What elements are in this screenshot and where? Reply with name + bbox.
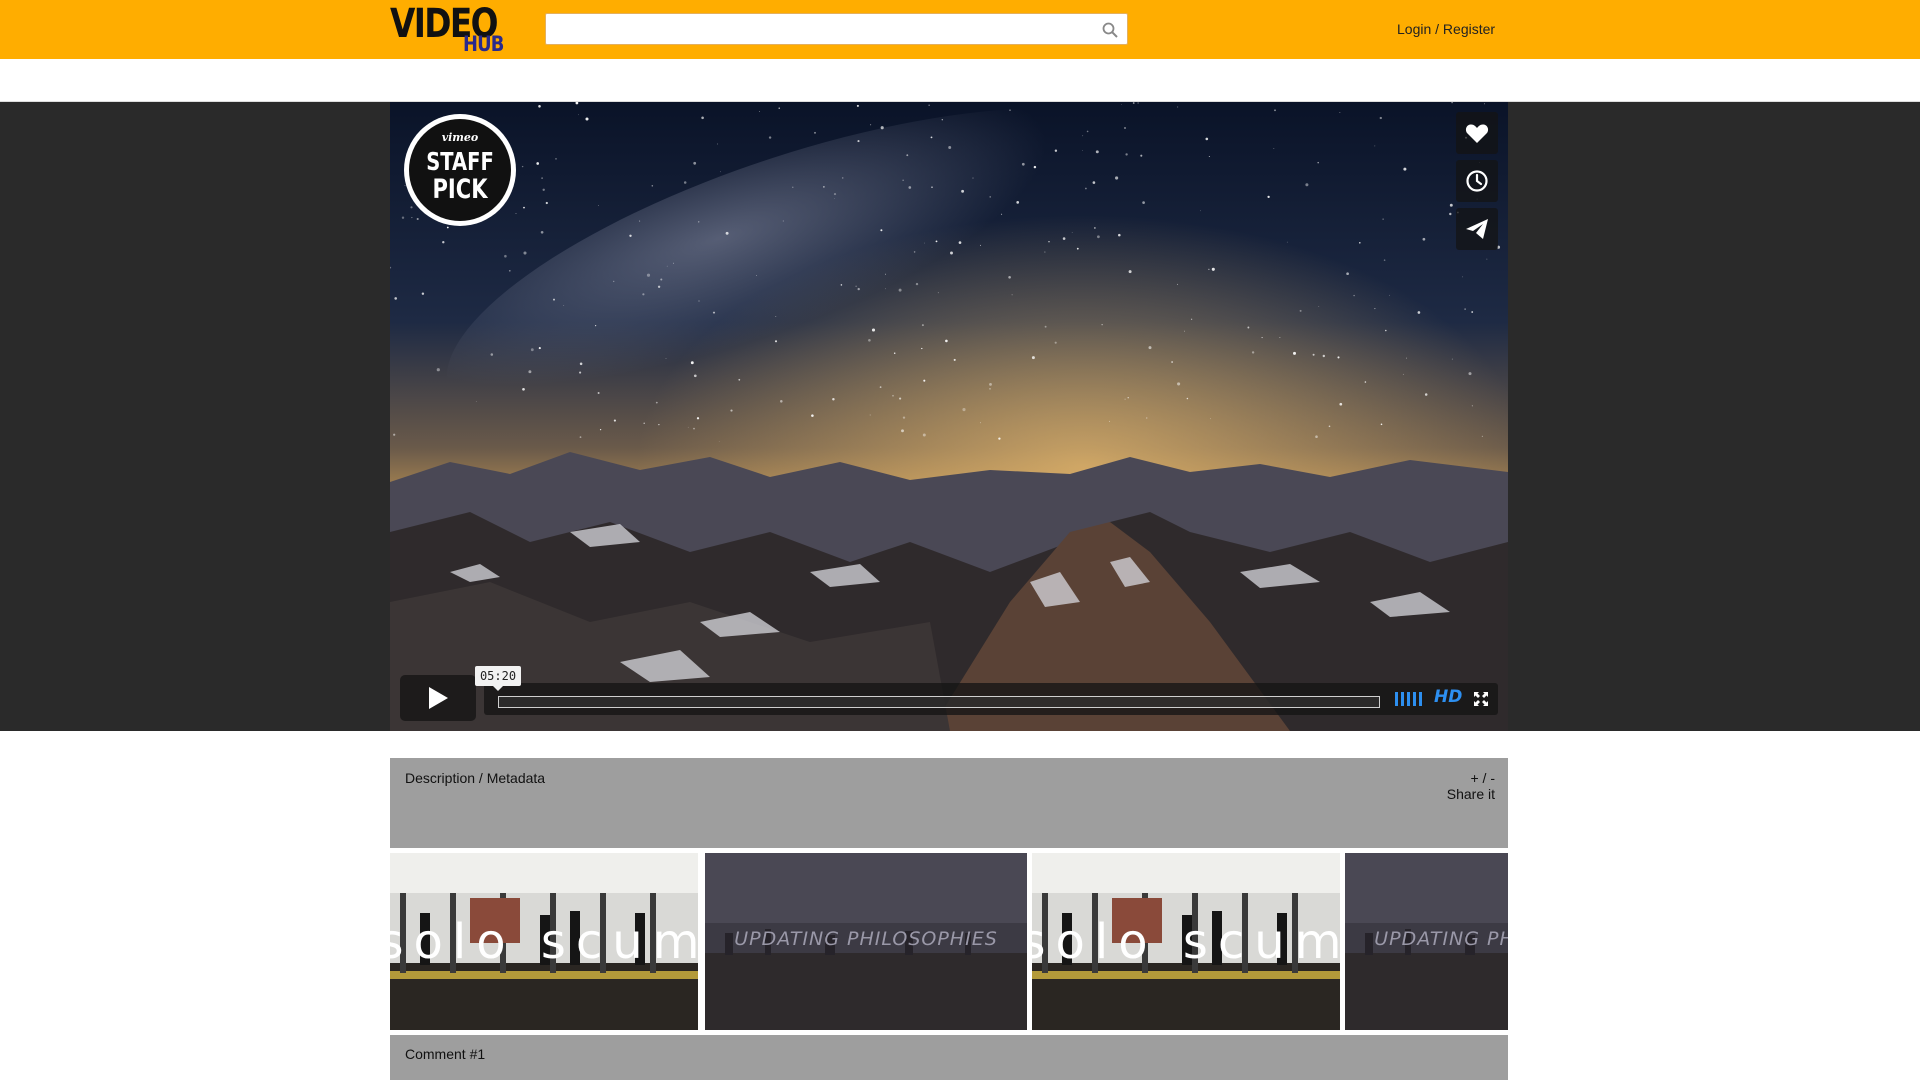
progress-bar[interactable] [498, 696, 1380, 708]
badge-vimeo-text: vimeo [442, 131, 479, 144]
sub-navigation-bar [0, 59, 1920, 102]
heart-icon [1465, 124, 1489, 143]
search-box [545, 13, 1128, 45]
badge-line1-text: STAFF [426, 148, 494, 177]
like-button[interactable] [1456, 112, 1498, 154]
share-it-link[interactable]: Share it [1447, 786, 1495, 802]
volume-icon[interactable] [1394, 690, 1424, 708]
search-input[interactable] [554, 18, 1084, 40]
badge-line2-text: PICK [432, 173, 488, 204]
top-header: VIDEO HUB Login / Register [0, 0, 1920, 59]
play-button[interactable] [400, 675, 476, 721]
thumbnail-image: solo scum [1032, 853, 1340, 1030]
thumbnail-title: UPDATING PHILOSOPHIES [1374, 928, 1508, 950]
description-title: Description / Metadata [405, 770, 546, 786]
share-button[interactable] [1456, 208, 1498, 250]
thumbnail-image: UPDATING PHILOSOPHIES [705, 853, 1027, 1030]
video-frame-night-sky [390, 102, 1508, 731]
related-videos-strip: solo scum UPDATING PHILOSOPHIES solo scu… [390, 853, 1508, 1030]
video-thumbnail[interactable]: UPDATING PHILOSOPHIES [705, 853, 1027, 1030]
description-panel: Description / Metadata + / - Share it [390, 758, 1508, 848]
thumbnail-image: UPDATING PHILOSOPHIES [1345, 853, 1508, 1030]
time-tooltip: 05:20 [475, 666, 521, 691]
player-controls: 05:20 HD [400, 666, 1498, 721]
video-stage: vimeo STAFF PICK 05:20 HD [0, 102, 1920, 731]
watch-later-button[interactable] [1456, 160, 1498, 202]
login-register-link[interactable]: Login / Register [1397, 21, 1495, 37]
fullscreen-icon[interactable] [1472, 690, 1490, 708]
search-icon[interactable] [1101, 21, 1119, 39]
logo-hub-text: HUB [463, 32, 504, 56]
video-thumbnail[interactable]: solo scum [390, 853, 698, 1030]
video-player[interactable]: vimeo STAFF PICK 05:20 HD [390, 102, 1508, 731]
clock-icon [1466, 170, 1488, 192]
thumbnail-title: solo scum [1032, 914, 1340, 970]
thumbnail-image: solo scum [390, 853, 698, 1030]
thumbnail-title: UPDATING PHILOSOPHIES [734, 928, 998, 950]
comment-title: Comment #1 [405, 1046, 486, 1062]
play-icon [429, 687, 448, 709]
comment-panel: Comment #1 [390, 1035, 1508, 1080]
hd-toggle[interactable]: HD [1434, 687, 1462, 707]
auth-links: Login / Register [1397, 21, 1495, 37]
description-actions: + / - Share it [1447, 770, 1495, 802]
video-thumbnail[interactable]: solo scum [1032, 853, 1340, 1030]
side-action-buttons [1456, 112, 1498, 256]
staff-pick-badge: vimeo STAFF PICK [404, 114, 516, 226]
video-thumbnail[interactable]: UPDATING PHILOSOPHIES [1345, 853, 1508, 1030]
site-logo[interactable]: VIDEO HUB [390, 2, 510, 58]
thumbnail-title: solo scum [390, 914, 698, 970]
expand-toggle[interactable]: + / - [1447, 770, 1495, 786]
send-icon [1466, 219, 1488, 239]
